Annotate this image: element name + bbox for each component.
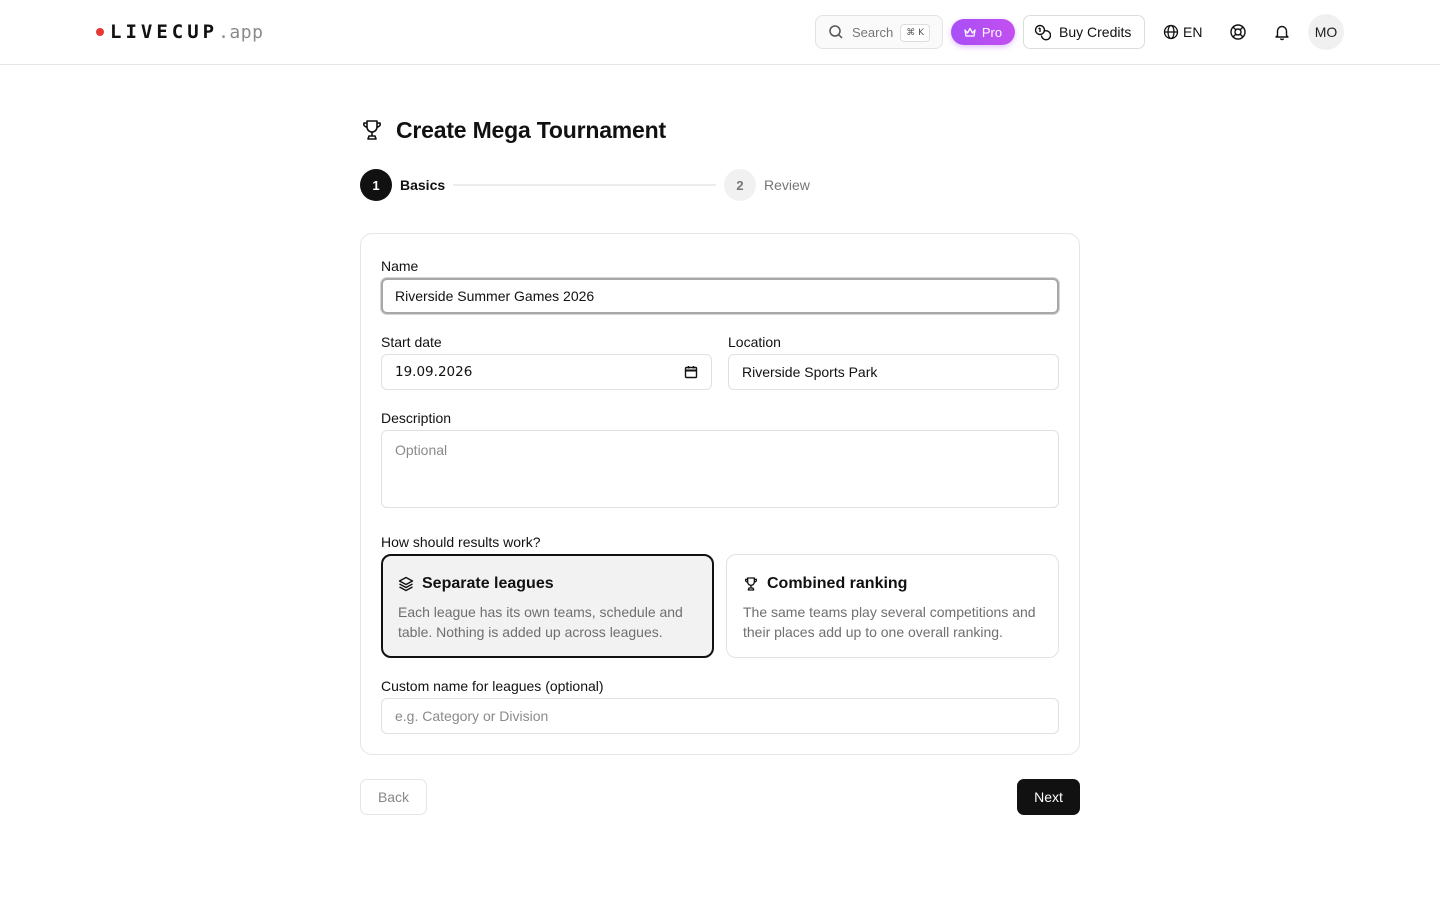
globe-icon (1163, 24, 1179, 40)
trophy-icon (363, 120, 381, 140)
avatar[interactable]: MO (1308, 14, 1344, 50)
location-input[interactable]: Riverside Sports Park (728, 354, 1059, 390)
calendar-icon[interactable] (684, 365, 698, 379)
top-nav-bar: LIVECUP .app Search ⌘ K Pro Buy Credits … (0, 0, 1440, 65)
step-2-indicator[interactable]: 2 (724, 169, 756, 201)
start-date-value: 19.09.2026 (395, 364, 473, 380)
crown-icon (964, 27, 976, 37)
description-textarea[interactable]: Optional (381, 430, 1059, 508)
option-separate-leagues-description: Each league has its own teams, schedule … (398, 604, 683, 640)
trophy-icon (744, 577, 758, 591)
page-title-row: Create Mega Tournament (360, 116, 666, 144)
step-1-indicator[interactable]: 1 (360, 169, 392, 201)
custom-league-name-input[interactable]: e.g. Category or Division (381, 698, 1059, 734)
option-combined-ranking-description: The same teams play several competitions… (743, 604, 1036, 640)
option-combined-ranking-title: Combined ranking (767, 575, 908, 592)
buy-credits-label: Buy Credits (1059, 24, 1132, 40)
back-button[interactable]: Back (360, 779, 427, 815)
option-separate-leagues-title: Separate leagues (422, 575, 554, 592)
step-1-label: Basics (400, 177, 446, 193)
name-input[interactable]: Riverside Summer Games 2026 (381, 278, 1059, 314)
location-label: Location (728, 334, 781, 350)
step-2-label: Review (764, 177, 810, 193)
pro-label: Pro (981, 24, 1003, 40)
search-button[interactable]: Search ⌘ K (815, 15, 943, 49)
start-date-input[interactable]: 19.09.2026 (381, 354, 712, 390)
results-mode-label: How should results work? (381, 534, 541, 550)
coins-icon (1034, 24, 1051, 40)
description-label: Description (381, 410, 452, 426)
layers-icon (398, 576, 414, 592)
option-separate-leagues[interactable]: Separate leagues Each league has its own… (381, 554, 714, 658)
search-icon (829, 25, 843, 39)
next-button[interactable]: Next (1017, 779, 1080, 815)
name-label: Name (381, 258, 419, 274)
custom-league-name-label: Custom name for leagues (optional) (381, 678, 604, 694)
start-date-label: Start date (381, 334, 442, 350)
bell-icon[interactable] (1273, 23, 1291, 41)
language-label: EN (1183, 24, 1203, 40)
logo-dot (96, 28, 104, 36)
stepper-connector (453, 184, 716, 186)
search-label: Search (852, 24, 894, 40)
page-title: Create Mega Tournament (396, 116, 666, 143)
pro-badge-button[interactable]: Pro (951, 19, 1015, 45)
search-shortcut: ⌘ K (900, 24, 930, 42)
logo[interactable]: LIVECUP .app (96, 18, 263, 46)
language-selector[interactable]: EN (1163, 22, 1202, 42)
logo-suffix: .app (218, 21, 264, 43)
buy-credits-button[interactable]: Buy Credits (1023, 15, 1145, 49)
option-combined-ranking[interactable]: Combined ranking The same teams play sev… (726, 554, 1059, 658)
lifebuoy-icon[interactable] (1229, 23, 1247, 41)
logo-brand: LIVECUP (110, 21, 219, 43)
